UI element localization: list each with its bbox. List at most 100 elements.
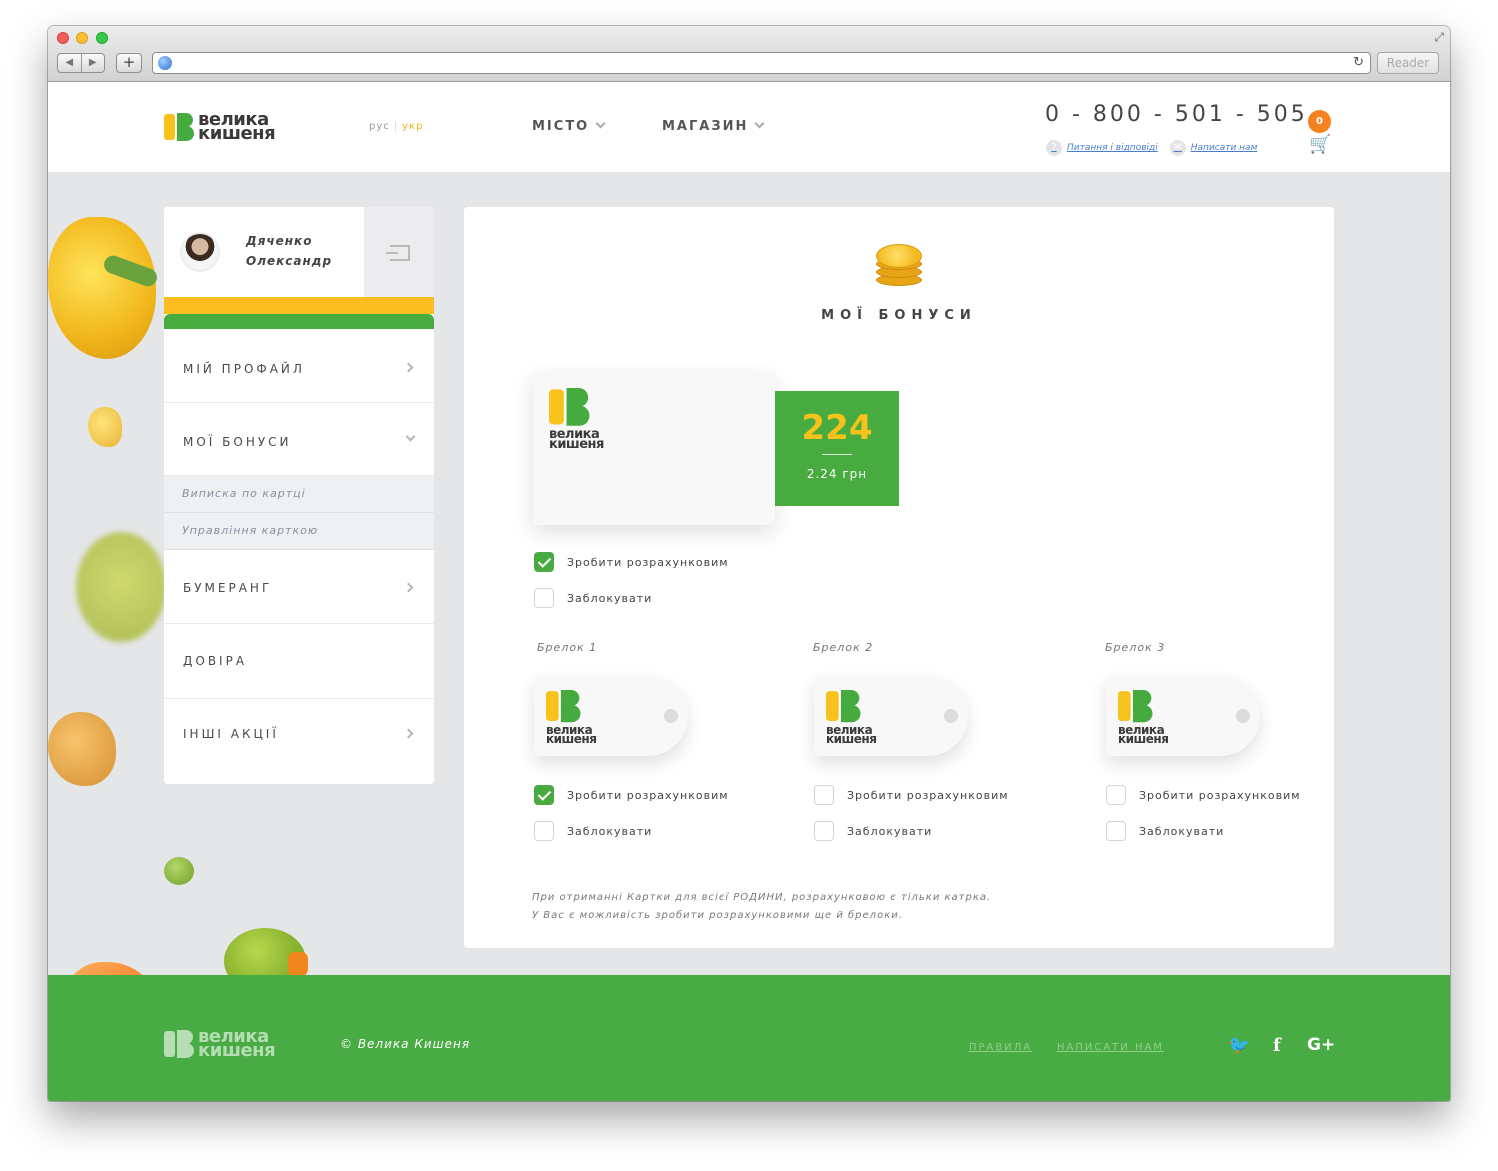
logout-button[interactable] xyxy=(364,207,434,297)
note-line: При отриманні Картки для всієї РОДИНИ, р… xyxy=(532,892,992,903)
divider xyxy=(822,454,852,455)
sidebar-subitem-card-management[interactable]: Управління карткою xyxy=(164,513,434,550)
bonus-points: 224 xyxy=(801,408,873,448)
twitter-icon[interactable]: 🐦 xyxy=(1228,1035,1250,1056)
back-button[interactable]: ◀ xyxy=(58,54,82,72)
sidebar-item-other-promos[interactable]: ІНШІ АКЦІЇ xyxy=(164,699,434,784)
close-window-button[interactable] xyxy=(57,32,69,44)
browser-window: ⤢ ◀ ▶ + ↻ Reader велика кишеня рус | укр… xyxy=(48,26,1450,1101)
lang-uk[interactable]: укр xyxy=(402,121,423,132)
accent-stripe-yellow xyxy=(164,297,434,314)
fullscreen-icon[interactable]: ⤢ xyxy=(1434,30,1444,45)
user-panel: Дяченко Олександр xyxy=(164,207,364,297)
checkbox-label: Зробити розрахунковим xyxy=(567,556,729,569)
site-logo[interactable]: велика кишеня xyxy=(164,109,276,144)
footer-logo[interactable]: велика кишеня xyxy=(164,1026,276,1061)
lang-ru[interactable]: рус xyxy=(369,121,390,132)
cart-count-badge: 0 xyxy=(1308,110,1331,133)
logo-mark-icon xyxy=(1118,690,1153,723)
chevron-right-icon xyxy=(403,362,414,373)
facebook-icon[interactable]: f xyxy=(1273,1035,1281,1056)
sidebar-subitem-statement[interactable]: Виписка по картці xyxy=(164,476,434,513)
logo-mark-icon xyxy=(164,1030,194,1058)
fob-3-card: велика кишеня xyxy=(1106,676,1260,756)
fob-logo: велика кишеня xyxy=(546,690,597,746)
sidebar-item-label: ДОВІРА xyxy=(183,654,248,668)
checkbox-label: Зробити розрахунковим xyxy=(1139,789,1301,802)
nav-city[interactable]: МІСТО xyxy=(532,118,606,134)
globe-icon xyxy=(158,56,172,70)
new-tab-button[interactable]: + xyxy=(116,53,142,73)
sidebar-item-label: МІЙ ПРОФАЙЛ xyxy=(183,362,305,376)
accent-stripe-green xyxy=(164,314,434,329)
pea-image xyxy=(164,857,194,885)
logo-text: велика кишеня xyxy=(546,723,597,746)
fob-2-card: велика кишеня xyxy=(814,676,968,756)
fob-2-make-primary-checkbox[interactable] xyxy=(814,785,834,805)
logout-arrow-icon xyxy=(386,252,398,254)
mail-icon: ✉ xyxy=(1169,140,1186,156)
sidebar-item-bonuses[interactable]: МОЇ БОНУСИ xyxy=(164,403,434,476)
address-bar[interactable]: ↻ xyxy=(152,52,1371,74)
bonuses-panel: МОЇ БОНУСИ велика кишеня 224 2.24 грн Зр… xyxy=(464,207,1334,948)
forward-button[interactable]: ▶ xyxy=(82,54,105,72)
nav-store[interactable]: МАГАЗИН xyxy=(662,118,765,134)
logo-text: велика кишеня xyxy=(826,723,877,746)
sidebar-subitem-label: Управління карткою xyxy=(182,524,319,537)
card-make-primary-checkbox[interactable] xyxy=(534,552,554,572)
zoom-window-button[interactable] xyxy=(96,32,108,44)
fob-1-make-primary-checkbox[interactable] xyxy=(534,785,554,805)
sidebar-item-label: БУМЕРАНГ xyxy=(183,581,273,595)
sidebar-item-label: МОЇ БОНУСИ xyxy=(183,435,292,449)
fob-1-block-checkbox[interactable] xyxy=(534,821,554,841)
checkbox-label: Заблокувати xyxy=(847,825,933,838)
note-line: У Вас є можливість зробити розрахунковим… xyxy=(532,910,903,921)
checkbox-label: Зробити розрахунковим xyxy=(567,789,729,802)
fob-hole xyxy=(1236,709,1250,723)
fob-3-make-primary-checkbox[interactable] xyxy=(1106,785,1126,805)
logo-mark-icon xyxy=(164,113,194,141)
reader-button[interactable]: Reader xyxy=(1377,52,1439,74)
logo-text: велика кишеня xyxy=(1118,723,1169,746)
logo-text: велика кишеня xyxy=(198,109,276,144)
fob-2-block-checkbox[interactable] xyxy=(814,821,834,841)
sidebar-item-trust[interactable]: ДОВІРА xyxy=(164,624,434,699)
chevron-down-icon xyxy=(754,118,765,129)
pasta-image xyxy=(88,407,122,447)
user-name: Дяченко Олександр xyxy=(246,234,333,268)
olive-pimento-image xyxy=(288,952,308,976)
fob-hole xyxy=(944,709,958,723)
sidebar-item-profile[interactable]: МІЙ ПРОФАЙЛ xyxy=(164,329,434,403)
contact-link[interactable]: ✉ Написати нам xyxy=(1169,140,1257,156)
cart-icon[interactable]: 🛒 xyxy=(1309,134,1331,155)
minimize-window-button[interactable] xyxy=(76,32,88,44)
logo-text: велика кишеня xyxy=(198,1026,276,1061)
chevron-right-icon xyxy=(403,582,414,593)
history-nav: ◀ ▶ xyxy=(57,53,105,73)
google-plus-icon[interactable]: G+ xyxy=(1307,1035,1335,1055)
sidebar-item-boomerang[interactable]: БУМЕРАНГ xyxy=(164,550,434,624)
sidebar-subitem-label: Виписка по картці xyxy=(182,487,306,500)
site-footer: велика кишеня © Велика Кишеня ПРАВИЛА НА… xyxy=(48,975,1450,1101)
fob-logo: велика кишеня xyxy=(1118,690,1169,746)
family-card-note: При отриманні Картки для всієї РОДИНИ, р… xyxy=(532,889,991,925)
page: велика кишеня рус | укр МІСТО МАГАЗИН 0 - … xyxy=(48,82,1450,1101)
fob-1-label: Брелок 1 xyxy=(537,641,598,654)
footer-link-rules[interactable]: ПРАВИЛА xyxy=(969,1042,1032,1053)
faq-link[interactable]: ? Питання і відповіді xyxy=(1046,140,1158,156)
avatar[interactable] xyxy=(180,232,220,272)
checkbox-label: Заблокувати xyxy=(1139,825,1225,838)
loyalty-card: велика кишеня xyxy=(533,371,775,525)
phone-number: 0 - 800 - 501 - 505 xyxy=(1045,102,1308,127)
bonus-uah: 2.24 грн xyxy=(806,467,868,481)
logo-mark-icon xyxy=(549,388,590,426)
reload-icon[interactable]: ↻ xyxy=(1353,55,1364,70)
fob-hole xyxy=(664,709,678,723)
fob-3-label: Брелок 3 xyxy=(1105,641,1166,654)
chevron-right-icon xyxy=(403,728,414,739)
card-block-checkbox[interactable] xyxy=(534,588,554,608)
copyright-text: © Велика Кишеня xyxy=(340,1037,471,1051)
footer-link-contact[interactable]: НАПИСАТИ НАМ xyxy=(1057,1042,1164,1053)
header-links: ? Питання і відповіді ✉ Написати нам xyxy=(1046,140,1257,156)
fob-3-block-checkbox[interactable] xyxy=(1106,821,1126,841)
